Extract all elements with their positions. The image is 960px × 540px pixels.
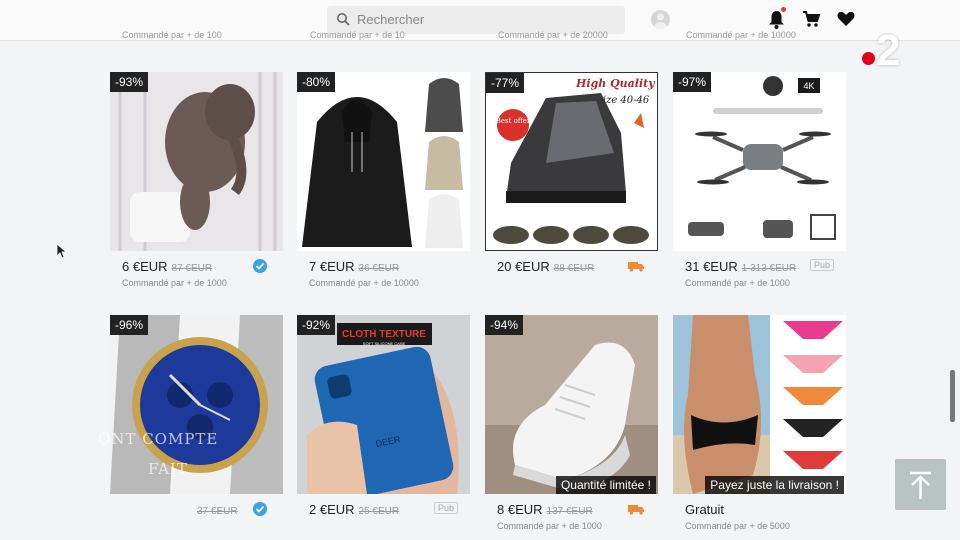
heart-icon[interactable] — [837, 11, 855, 27]
scrollbar-thumb[interactable] — [950, 370, 955, 422]
ghost-caption: ONT COMPTE FAIT — [98, 424, 218, 484]
discount-badge: -94% — [485, 315, 524, 335]
arrow-up-icon — [910, 471, 931, 499]
product-card[interactable]: 4K -97% 31 €EUR 1 313 €EUR Pub Commandé p… — [673, 72, 846, 288]
old-price: 37 €EUR — [197, 506, 238, 517]
logo-dot — [862, 52, 875, 65]
old-price: 36 €EUR — [358, 263, 400, 274]
previous-row-ordered-2: Commandé par + de 10 — [310, 30, 405, 40]
price: 7 €EUR — [309, 259, 355, 274]
price: 2 €EUR — [309, 502, 355, 517]
image-text-soft-case: SOFT SILICONE CASE — [363, 341, 406, 346]
old-price: 25 €EUR — [358, 506, 400, 517]
ordered-count: Commandé par + de 1000 — [122, 278, 227, 288]
ordered-count: Commandé par + de 5000 — [685, 521, 790, 531]
product-image-swimwear[interactable]: Payez juste la livraison ! — [673, 315, 846, 494]
previous-row-ordered-4: Commandé par + de 10000 — [686, 30, 796, 40]
image-text-best-offer: Best offer — [496, 117, 531, 125]
product-image-boots[interactable]: High Quality Size 40-46 Best offer -77% — [485, 72, 658, 251]
verified-check-icon — [253, 259, 267, 273]
product-card[interactable]: -80% 7 €EUR 36 €EUR Commandé par + de 100… — [297, 72, 470, 288]
ghost-caption-line-2: FAIT — [148, 460, 188, 478]
product-card[interactable]: CLOTH TEXTURE SOFT SILICONE CASE DEER -9… — [297, 315, 470, 517]
old-price: 137 €EUR — [546, 506, 593, 517]
product-image-shower-curtain[interactable]: -93% — [110, 72, 283, 251]
product-card[interactable]: High Quality Size 40-46 Best offer -77% … — [485, 72, 658, 274]
ordered-count: Commandé par + de 1000 — [685, 278, 790, 288]
previous-row-ordered-3: Commandé par + de 20000 — [498, 30, 608, 40]
avatar[interactable] — [651, 10, 670, 29]
product-image-hoodie[interactable]: -80% — [297, 72, 470, 251]
truck-icon — [628, 505, 644, 515]
discount-badge: -96% — [110, 315, 149, 335]
ordered-count: Commandé par + de 1000 — [497, 521, 602, 531]
truck-icon — [628, 262, 644, 272]
logo-digit: 2 — [876, 26, 901, 75]
ghost-caption-line-1: ONT COMPTE — [98, 430, 219, 448]
notification-dot — [781, 7, 786, 12]
old-price: 87 €EUR — [171, 263, 213, 274]
mouse-cursor-icon — [56, 243, 66, 259]
scroll-to-top-button[interactable] — [895, 459, 946, 510]
search-placeholder: Rechercher — [357, 12, 425, 27]
discount-badge: -97% — [673, 72, 712, 92]
pay-shipping-tag: Payez juste la livraison ! — [705, 476, 844, 494]
search-icon — [337, 13, 350, 26]
product-image-drone[interactable]: 4K -97% — [673, 72, 846, 251]
cart-icon[interactable] — [802, 10, 821, 28]
price: 6 €EUR — [122, 259, 168, 274]
discount-badge: -93% — [110, 72, 149, 92]
verified-check-icon — [253, 502, 267, 516]
price: 20 €EUR — [497, 259, 550, 274]
old-price: 1 313 €EUR — [741, 263, 797, 274]
pub-label: Pub — [433, 502, 458, 514]
product-image-phone-case[interactable]: CLOTH TEXTURE SOFT SILICONE CASE DEER -9… — [297, 315, 470, 494]
price: Gratuit — [685, 502, 725, 517]
image-text-4k: 4K — [803, 81, 814, 91]
image-text-high-quality: High Quality — [575, 77, 656, 90]
ordered-count: Commandé par + de 10000 — [309, 278, 419, 288]
old-price: 88 €EUR — [553, 263, 595, 274]
image-text-cloth-texture: CLOTH TEXTURE — [342, 329, 426, 340]
previous-row-ordered-1: Commandé par + de 100 — [122, 30, 222, 40]
product-card[interactable]: Payez juste la livraison ! Gratuit Comma… — [673, 315, 846, 531]
price: 8 €EUR — [497, 502, 543, 517]
discount-badge: -92% — [297, 315, 336, 335]
product-card[interactable]: -94% Quantité limitée ! 8 €EUR 137 €EUR C… — [485, 315, 658, 531]
bell-icon[interactable] — [768, 10, 785, 29]
product-image-sneaker[interactable]: -94% Quantité limitée ! — [485, 315, 658, 494]
price: 31 €EUR — [685, 259, 738, 274]
limited-quantity-tag: Quantité limitée ! — [555, 476, 656, 494]
discount-badge: -77% — [486, 73, 525, 93]
pub-label: Pub — [809, 259, 834, 271]
price-line: 7 €EUR 36 €EUR — [309, 259, 469, 275]
product-card[interactable]: -93% 6 €EUR 87 €EUR Commandé par + de 100… — [110, 72, 283, 288]
discount-badge: -80% — [297, 72, 336, 92]
